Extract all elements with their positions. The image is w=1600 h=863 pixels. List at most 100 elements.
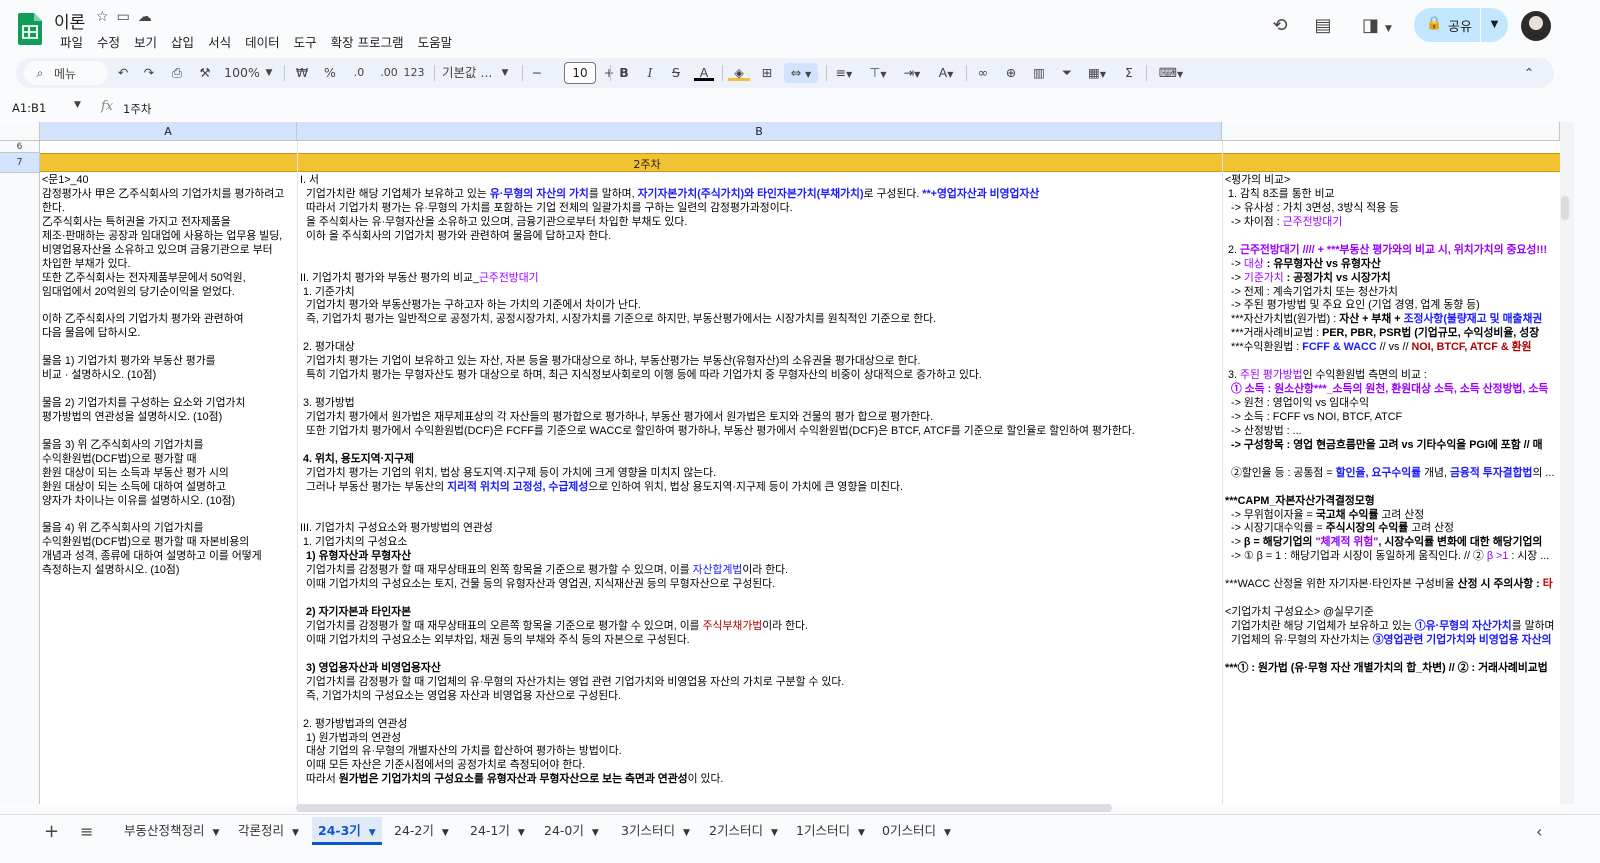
filter-views-icon[interactable]: ▦▼ xyxy=(1084,63,1110,83)
insert-comment-icon[interactable]: ⊕ xyxy=(1002,63,1020,83)
sheet-grid[interactable]: A B C 6 7 2주차 <문1>_40 감정평가사 甲은 乙주식회사의 기업가… xyxy=(0,122,1560,804)
sheet-tab[interactable]: 24-1기 ▼ xyxy=(464,817,531,845)
sheet-tab-menu-icon[interactable]: ▼ xyxy=(442,828,449,838)
cell-b8[interactable]: I. 서 기업가치란 해당 기업체가 보유하고 있는 유·무형의 자산의 가치를… xyxy=(300,174,1220,804)
column-header-c[interactable]: C xyxy=(1222,122,1560,141)
undo-icon[interactable]: ↶ xyxy=(114,63,132,83)
sheet-tab-menu-icon[interactable]: ▼ xyxy=(292,828,299,838)
vertical-scrollbar[interactable] xyxy=(1560,122,1574,804)
add-sheet-icon[interactable]: + xyxy=(44,821,59,842)
sheet-tab[interactable]: 24-2기 ▼ xyxy=(388,817,455,845)
sheet-tab[interactable]: 24-0기 ▼ xyxy=(538,817,605,845)
cell-c8[interactable]: <평가의 비교> 1. 감칙 8조를 통한 비교 -> 유사성 : 가치 3면성… xyxy=(1225,174,1559,804)
menu-file[interactable]: 파일 xyxy=(54,31,89,52)
horizontal-scrollbar[interactable] xyxy=(296,804,1112,812)
text-wrapping-icon[interactable]: ⇥▼ xyxy=(898,63,926,83)
functions-icon[interactable]: Σ xyxy=(1120,63,1138,83)
strikethrough-icon[interactable]: S xyxy=(668,63,684,83)
input-tools-icon[interactable]: ⌨▼ xyxy=(1154,63,1188,83)
filter-icon[interactable]: ⏷ xyxy=(1058,63,1076,83)
horizontal-align-icon[interactable]: ≡▼ xyxy=(830,63,858,83)
font-family-select[interactable]: 기본값 ... xyxy=(442,63,502,83)
zoom-caret-icon[interactable]: ▼ xyxy=(264,63,274,83)
sheet-tab[interactable]: 2기스터디 ▼ xyxy=(703,817,784,845)
meet-video-icon[interactable]: ◨ ▼ xyxy=(1357,14,1397,38)
insert-chart-icon[interactable]: ▥ xyxy=(1030,63,1048,83)
sheet-tab-menu-icon[interactable]: ▼ xyxy=(518,828,525,838)
document-title[interactable]: 이론 xyxy=(54,8,85,33)
percent-format-button[interactable]: % xyxy=(322,63,338,83)
share-button[interactable]: 🔒 공유 ▼ xyxy=(1414,8,1508,42)
menu-insert[interactable]: 삽입 xyxy=(165,31,200,52)
sheets-logo-icon[interactable] xyxy=(18,13,42,45)
fill-color-icon[interactable]: ◈ xyxy=(728,63,750,81)
italic-icon[interactable]: I xyxy=(642,63,658,83)
cell-a8[interactable]: <문1>_40 감정평가사 甲은 乙주식회사의 기업가치를 평가하려고 한다. 乙주식… xyxy=(42,174,294,804)
menu-extensions[interactable]: 확장 프로그램 xyxy=(325,31,410,52)
text-run: 1) 유형자산과 무형자산 xyxy=(300,550,411,563)
menu-edit[interactable]: 수정 xyxy=(91,31,126,52)
text-run: 감정평가사 甲은 乙주식회사의 기업가치를 평가하려고 xyxy=(42,187,285,200)
menu-help[interactable]: 도움말 xyxy=(412,31,459,52)
sheet-tab-menu-icon[interactable]: ▼ xyxy=(944,828,951,838)
decrease-decimal-button[interactable]: .0 xyxy=(348,63,370,83)
redo-icon[interactable]: ↷ xyxy=(140,63,158,83)
borders-icon[interactable]: ⊞ xyxy=(758,63,776,83)
row-header-7[interactable]: 7 xyxy=(0,153,40,173)
sheet-tab[interactable]: 1기스터디 ▼ xyxy=(790,817,871,845)
sheet-tab-menu-icon[interactable]: ▼ xyxy=(683,828,690,838)
text-rotation-icon[interactable]: A▼ xyxy=(932,63,960,83)
formula-input[interactable]: 1주차 xyxy=(123,101,151,117)
paint-format-icon[interactable]: ⚒ xyxy=(196,63,214,83)
sheet-tab-menu-icon[interactable]: ▼ xyxy=(771,828,778,838)
increase-decimal-button[interactable]: .00 xyxy=(376,63,402,83)
sheet-tab-menu-icon[interactable]: ▼ xyxy=(369,828,376,838)
sheet-tab[interactable]: 각론정리 ▼ xyxy=(232,817,305,845)
column-header-b[interactable]: B xyxy=(297,122,1222,141)
more-formats-button[interactable]: 123 xyxy=(402,63,426,83)
text-color-icon[interactable]: A xyxy=(694,63,714,81)
menu-data[interactable]: 데이터 xyxy=(239,31,286,52)
merged-cell-week[interactable]: 2주차 xyxy=(40,153,1560,172)
cloud-saved-icon[interactable]: ☁ xyxy=(138,9,152,25)
merge-cells-icon[interactable]: ⇔ ▼ xyxy=(784,63,818,83)
zoom-select[interactable]: 100% xyxy=(222,63,262,83)
scroll-tabs-left-icon[interactable]: ‹ xyxy=(1536,822,1542,841)
menu-view[interactable]: 보기 xyxy=(128,31,163,52)
sheet-tab-menu-icon[interactable]: ▼ xyxy=(858,828,865,838)
avatar[interactable] xyxy=(1521,11,1551,41)
insert-link-icon[interactable]: ∞ xyxy=(974,63,992,83)
select-all-corner[interactable] xyxy=(0,122,40,141)
menu-search-box[interactable]: ⌕ 메뉴 xyxy=(24,61,108,85)
sheet-tab[interactable]: 3기스터디 ▼ xyxy=(615,817,696,845)
row-header-8[interactable] xyxy=(0,173,40,804)
share-dropdown-icon[interactable]: ▼ xyxy=(1480,8,1508,42)
move-folder-icon[interactable]: ▭ xyxy=(117,9,130,25)
comments-icon[interactable]: ▤ xyxy=(1311,14,1335,38)
sheet-tab[interactable]: 0기스터디 ▼ xyxy=(876,817,957,845)
sheet-tab[interactable]: 24-3기 ▼ xyxy=(312,817,382,845)
currency-format-button[interactable]: ₩ xyxy=(294,63,310,83)
menu-tools[interactable]: 도구 xyxy=(288,31,323,52)
vertical-align-icon[interactable]: ⊤▼ xyxy=(864,63,892,83)
font-size-input[interactable]: 10 xyxy=(564,62,596,84)
bold-icon[interactable]: B xyxy=(616,63,632,83)
sheet-tab-menu-icon[interactable]: ▼ xyxy=(213,828,220,838)
font-caret-icon[interactable]: ▼ xyxy=(500,63,510,83)
sheet-tab-menu-icon[interactable]: ▼ xyxy=(592,828,599,838)
print-icon[interactable]: ⎙ xyxy=(168,63,186,83)
font-size-increase-icon[interactable]: + xyxy=(602,63,616,83)
history-icon[interactable]: ⟲ xyxy=(1268,14,1292,38)
column-header-a[interactable]: A xyxy=(40,122,297,141)
name-box[interactable]: A1:B1 xyxy=(12,101,46,115)
name-box-caret-icon[interactable]: ▼ xyxy=(74,100,81,110)
star-icon[interactable]: ☆ xyxy=(96,9,109,25)
font-size-decrease-icon[interactable]: − xyxy=(530,63,544,83)
row-header-6[interactable]: 6 xyxy=(0,141,40,153)
collapse-toolbar-icon[interactable]: ⌃ xyxy=(1520,63,1538,83)
vertical-scroll-thumb[interactable] xyxy=(1561,196,1569,220)
all-sheets-icon[interactable]: ≡ xyxy=(80,822,93,841)
text-run: 인 수익환원법 측면의 비교 : xyxy=(1302,369,1427,382)
menu-format[interactable]: 서식 xyxy=(202,31,237,52)
sheet-tab[interactable]: 부동산정책정리 ▼ xyxy=(118,817,225,845)
